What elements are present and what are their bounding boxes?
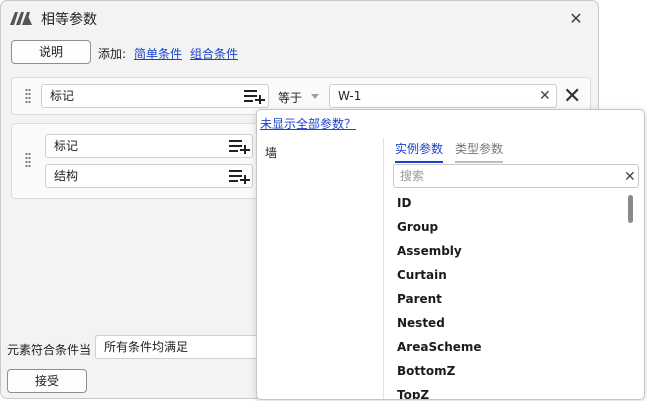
- param-item[interactable]: AreaScheme: [397, 340, 482, 354]
- group-param-field-2[interactable]: 结构: [45, 164, 253, 188]
- param-item[interactable]: Parent: [397, 292, 442, 306]
- add-parameter-icon[interactable]: [229, 138, 251, 154]
- param-item[interactable]: Assembly: [397, 244, 462, 258]
- add-parameter-icon[interactable]: [244, 88, 266, 104]
- scrollbar-thumb[interactable]: [628, 195, 633, 223]
- condition-value-text: W-1: [338, 89, 362, 103]
- explain-button[interactable]: 说明: [11, 40, 91, 64]
- combined-condition-link[interactable]: 组合条件: [190, 45, 238, 62]
- show-all-params-link[interactable]: 未显示全部参数？: [260, 115, 356, 132]
- condition-param-field[interactable]: 标记: [41, 84, 269, 108]
- param-item[interactable]: ID: [397, 196, 411, 210]
- app-logo-icon: [10, 12, 32, 25]
- add-label: 添加:: [98, 47, 127, 61]
- condition-value-input[interactable]: W-1: [329, 84, 557, 108]
- parameter-picker-popup: 未显示全部参数？ 墙 实例参数 类型参数 搜索 ✕ ID Group Assem…: [256, 109, 645, 400]
- remove-condition-icon[interactable]: ✕: [563, 86, 581, 108]
- accept-button[interactable]: 接受: [7, 369, 87, 393]
- category-item[interactable]: 墙: [265, 144, 277, 161]
- group-drag-handle-icon[interactable]: [25, 152, 31, 168]
- condition-param-value: 标记: [50, 89, 75, 103]
- add-parameter-icon[interactable]: [229, 168, 251, 184]
- close-icon[interactable]: ✕: [567, 10, 585, 28]
- group-param-value-2: 结构: [54, 169, 79, 183]
- tab-instance-params[interactable]: 实例参数: [395, 140, 444, 163]
- clear-value-icon[interactable]: ✕: [539, 89, 551, 103]
- search-placeholder: 搜索: [400, 169, 425, 183]
- condition-group: 标记 结构: [11, 123, 259, 199]
- group-param-value-1: 标记: [54, 139, 79, 153]
- operator-select[interactable]: 等于: [278, 89, 302, 106]
- clear-search-icon[interactable]: ✕: [624, 170, 636, 184]
- param-item[interactable]: TopZ: [397, 388, 429, 399]
- match-mode-label: 元素符合条件当: [7, 343, 92, 357]
- match-mode-select[interactable]: 所有条件均满足: [95, 335, 265, 359]
- param-item[interactable]: Curtain: [397, 268, 447, 282]
- divider: [383, 138, 384, 399]
- match-mode-value: 所有条件均满足: [104, 340, 189, 354]
- param-item[interactable]: BottomZ: [397, 364, 455, 378]
- search-input[interactable]: 搜索: [393, 164, 639, 188]
- chevron-down-icon[interactable]: [311, 94, 319, 99]
- title-bar: 相等参数 ✕: [1, 1, 598, 35]
- group-param-field-1[interactable]: 标记: [45, 134, 253, 158]
- param-item[interactable]: Group: [397, 220, 438, 234]
- tab-type-params[interactable]: 类型参数: [455, 140, 504, 163]
- param-item[interactable]: Nested: [397, 316, 445, 330]
- simple-condition-link[interactable]: 简单条件: [134, 45, 182, 62]
- drag-handle-icon[interactable]: [25, 88, 31, 104]
- window-title: 相等参数: [41, 12, 97, 28]
